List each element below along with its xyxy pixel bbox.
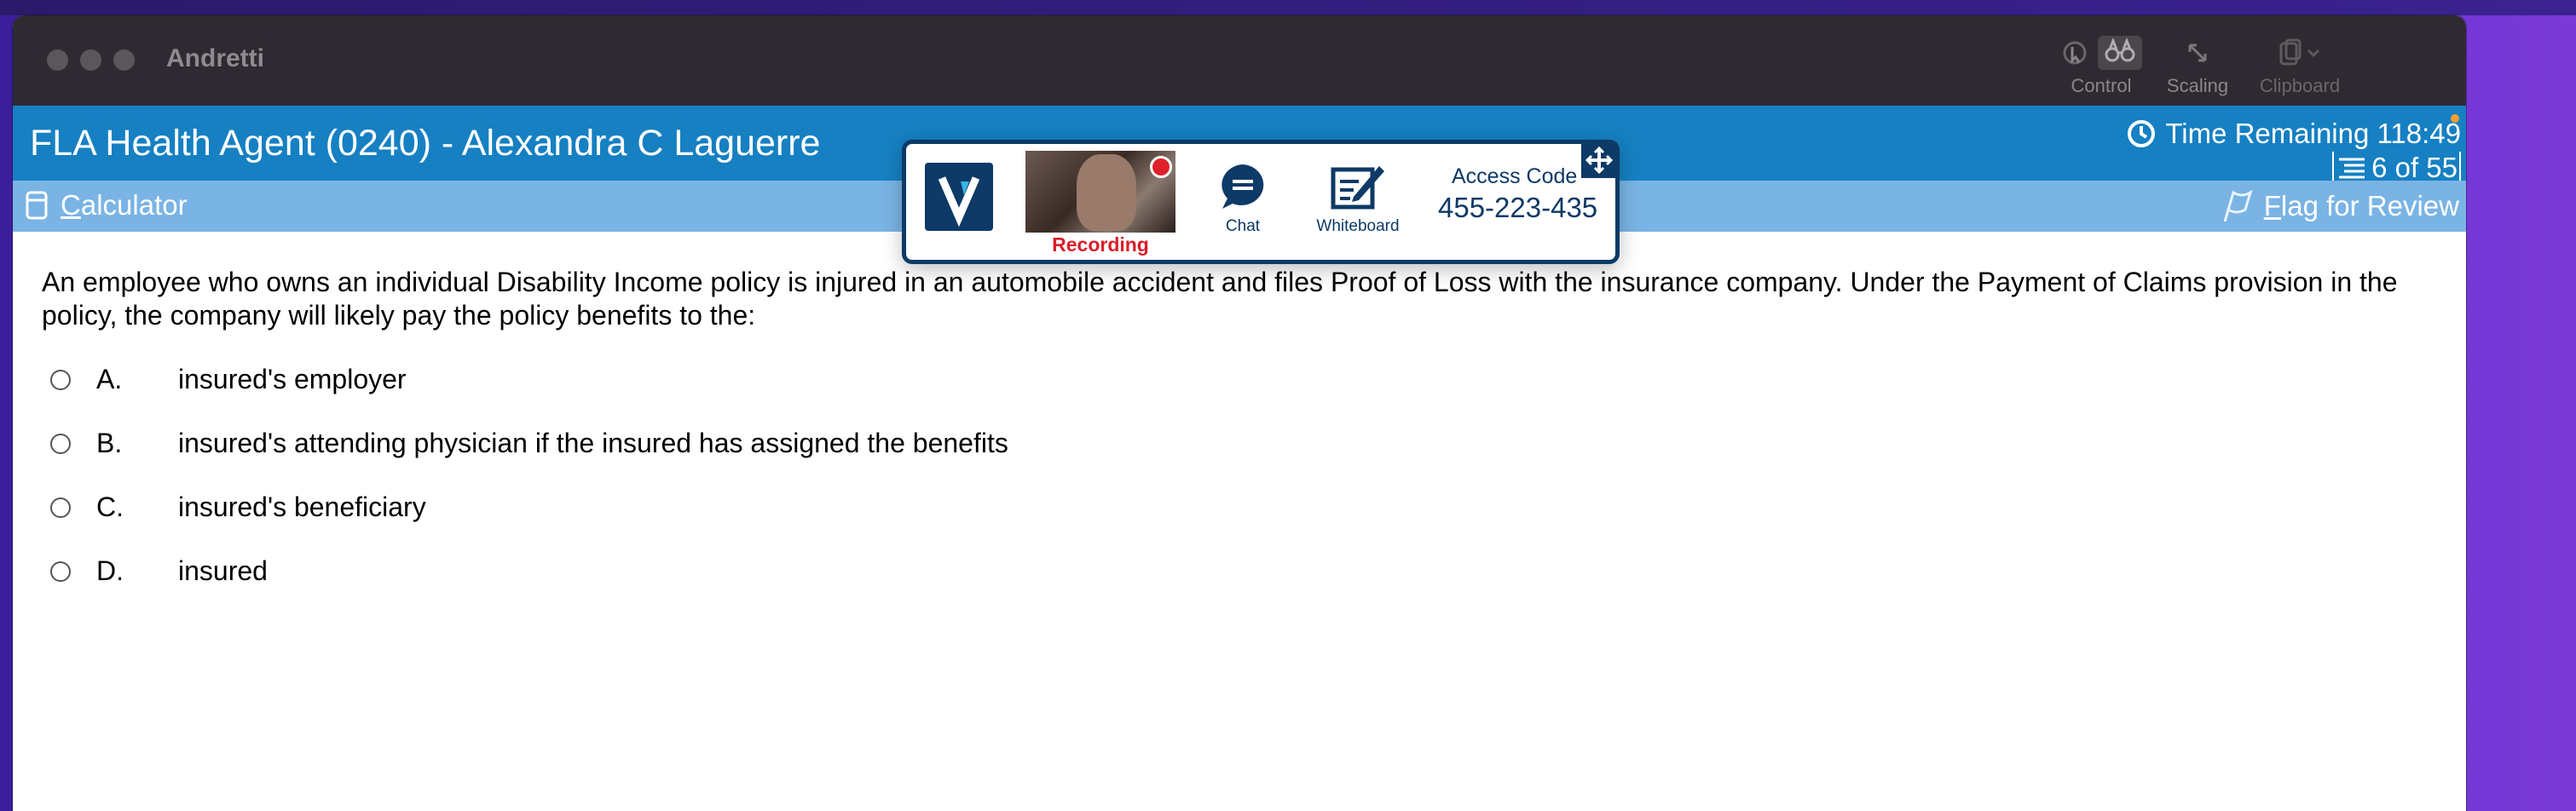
whiteboard-icon: [1331, 166, 1384, 210]
zoom-window-button[interactable]: [113, 49, 135, 71]
option-letter: A.: [96, 364, 123, 394]
chat-label: Chat: [1225, 217, 1261, 235]
flag-for-review-label: Flag for Review: [2263, 190, 2459, 221]
radio-button[interactable]: [50, 369, 71, 390]
answer-option-c[interactable]: C. insured's beneficiary: [50, 492, 426, 523]
radio-button[interactable]: [50, 497, 71, 518]
question-progress[interactable]: 6 of 55: [2332, 152, 2461, 184]
whiteboard-label: Whiteboard: [1316, 217, 1400, 235]
whiteboard-button[interactable]: Whiteboard: [1307, 161, 1409, 236]
flag-icon: [2223, 189, 2253, 222]
control-label: Control: [2071, 75, 2132, 96]
access-code-value: 455-223-435: [1438, 192, 1598, 223]
option-text: insured's beneficiary: [178, 492, 426, 522]
option-letter: C.: [96, 492, 124, 522]
answer-option-b[interactable]: B. insured's attending physician if the …: [50, 428, 1008, 459]
answer-option-d[interactable]: D. insured: [50, 555, 268, 587]
webcam-face: [1077, 154, 1136, 231]
time-remaining-text: Time Remaining 118:49: [2165, 118, 2461, 149]
time-remaining: Time Remaining 118:49: [2126, 118, 2461, 150]
binoculars-icon: [2105, 37, 2135, 62]
question-list-icon: [2339, 158, 2365, 179]
recording-indicator-icon: [1150, 156, 1172, 178]
remote-session-window: Andretti Control Scaling Clipboard FLA H…: [13, 15, 2466, 811]
clipboard-icon: [2279, 38, 2320, 66]
option-letter: B.: [96, 428, 123, 458]
question-panel: An employee who owns an individual Disab…: [13, 232, 2466, 811]
option-text: insured's attending physician if the ins…: [178, 428, 1008, 458]
move-handle[interactable]: [1581, 142, 1617, 178]
v-logo-icon: [938, 176, 980, 227]
clock-icon: [2128, 120, 2156, 147]
clipboard-tool[interactable]: Clipboard: [2244, 36, 2355, 97]
question-text: An employee who owns an individual Disab…: [42, 267, 2398, 331]
answer-option-a[interactable]: A. insured's employer: [50, 364, 407, 395]
radio-button[interactable]: [50, 433, 71, 454]
radio-button[interactable]: [50, 561, 71, 582]
chat-bubble-icon: [1222, 164, 1264, 209]
flag-for-review-button[interactable]: Flag for Review: [2220, 189, 2459, 223]
minimize-window-button[interactable]: [80, 49, 101, 71]
calculator-icon: [26, 191, 48, 220]
option-text: insured: [178, 555, 268, 586]
pointer-hand-icon: [2063, 41, 2087, 65]
webcam-preview: [1025, 151, 1175, 233]
chat-button[interactable]: Chat: [1204, 161, 1281, 236]
app-title: Andretti: [166, 44, 264, 72]
scale-arrows-icon: [2188, 43, 2207, 62]
access-code-label: Access Code: [1452, 164, 1578, 188]
calculator-label: Calculator: [61, 189, 188, 221]
desktop-menu-strip: [0, 0, 2576, 15]
option-letter: D.: [96, 555, 124, 586]
window-titlebar: Andretti Control Scaling Clipboard: [13, 15, 2466, 106]
proctor-widget[interactable]: Recording Chat Whiteboard Access Code 45…: [902, 140, 1620, 264]
scaling-label: Scaling: [2166, 75, 2229, 96]
proctor-logo: [925, 163, 993, 231]
option-text: insured's employer: [178, 364, 407, 394]
exam-title: FLA Health Agent (0240) - Alexandra C La…: [30, 123, 821, 164]
move-arrows-icon: [1585, 146, 1614, 175]
scaling-tool[interactable]: Scaling: [2151, 36, 2244, 97]
clipboard-label: Clipboard: [2259, 75, 2341, 96]
calculator-button[interactable]: Calculator: [25, 189, 188, 221]
close-window-button[interactable]: [47, 49, 68, 71]
recording-label: Recording: [1052, 233, 1149, 256]
control-tool[interactable]: Control: [2042, 36, 2161, 97]
question-progress-text: 6 of 55: [2371, 152, 2458, 183]
